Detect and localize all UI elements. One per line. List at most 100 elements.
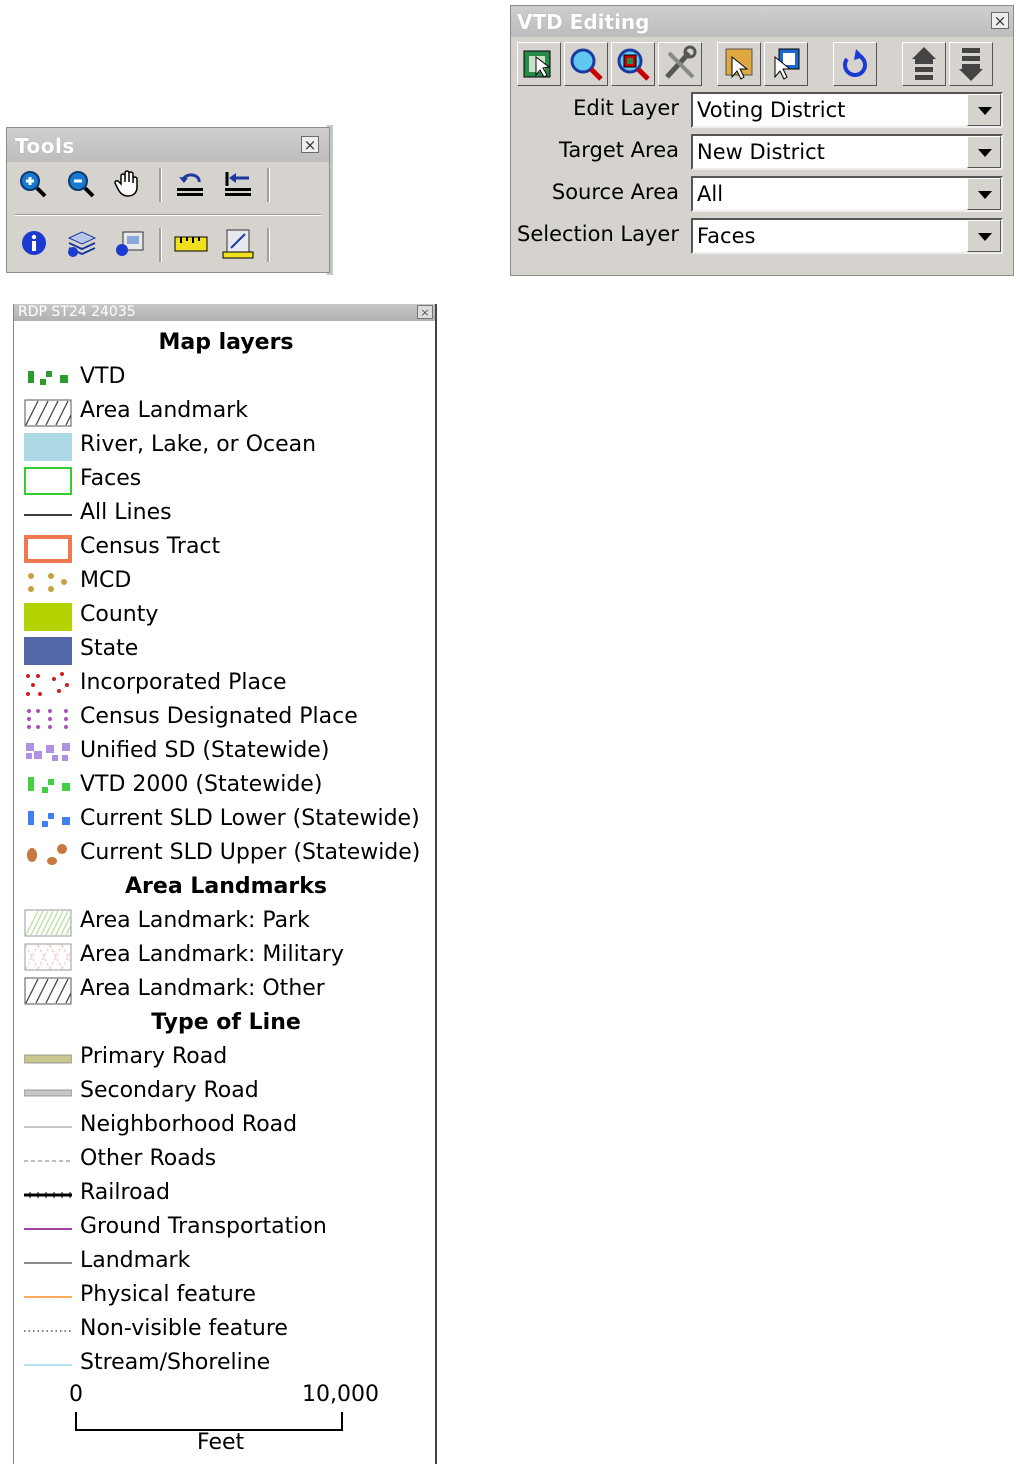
vtd-editing-panel: VTD Editing × Edit Layer Voting District…: [510, 5, 1014, 276]
legend-label: Census Tract: [80, 534, 221, 559]
line-type-heading: Type of Line: [151, 1010, 301, 1035]
dots-swatch-icon: [26, 672, 69, 696]
zoom-feature-button[interactable]: [564, 42, 608, 86]
scale-bar-icon[interactable]: [221, 228, 254, 259]
vtd-title: VTD Editing: [517, 10, 650, 34]
legend-label: VTD 2000 (Statewide): [80, 772, 323, 797]
ruler-icon[interactable]: [173, 228, 208, 258]
legend-label: Neighborhood Road: [80, 1112, 298, 1137]
legend-label: Secondary Road: [80, 1078, 259, 1103]
stream-swatch-icon: [24, 1364, 72, 1366]
physical-feature-swatch-icon: [24, 1296, 72, 1298]
sd-swatch-icon: [26, 743, 70, 761]
railroad-swatch-icon: [24, 1192, 72, 1198]
selection-layer-value: Faces: [697, 224, 756, 248]
move-up-button[interactable]: [902, 42, 946, 86]
full-extent-icon[interactable]: [221, 168, 251, 198]
move-down-button[interactable]: [949, 42, 993, 86]
undo-button[interactable]: [833, 42, 877, 86]
county-swatch-icon: [24, 603, 72, 631]
source-area-dropdown[interactable]: All: [691, 176, 1003, 212]
legend-label: River, Lake, or Ocean: [80, 432, 317, 457]
tools-settings-button[interactable]: [658, 42, 702, 86]
zoom-out-icon[interactable]: [65, 168, 95, 198]
legend-label: Incorporated Place: [80, 670, 287, 695]
assign-selection-button[interactable]: [764, 42, 808, 86]
legend-label: Non-visible feature: [80, 1316, 288, 1341]
legend-label: State: [80, 636, 139, 661]
legend-label: Area Landmark: [80, 398, 248, 423]
legend-label: Faces: [80, 466, 142, 491]
target-area-label: Target Area: [559, 138, 679, 162]
legend-title: RDP ST24 24035: [18, 304, 136, 320]
legend-label: Railroad: [80, 1180, 170, 1205]
non-visible-swatch-icon: [24, 1330, 72, 1332]
selection-layer-dropdown[interactable]: Faces: [691, 218, 1003, 254]
map-layers-heading: Map layers: [158, 330, 294, 355]
legend-label: Area Landmark: Other: [80, 976, 325, 1001]
toolbar-separator: [159, 228, 162, 262]
toolbar-separator: [159, 168, 162, 202]
legend-label: Area Landmark: Military: [80, 942, 344, 967]
faces-swatch-icon: [24, 467, 72, 495]
edit-layer-value: Voting District: [697, 98, 846, 122]
legend-label: Current SLD Lower (Statewide): [80, 806, 420, 831]
neighborhood-road-swatch-icon: [24, 1126, 72, 1128]
source-area-value: All: [697, 182, 724, 206]
ground-transport-swatch-icon: [24, 1228, 72, 1230]
layers-icon[interactable]: [65, 228, 97, 258]
mcd-swatch-icon: [28, 573, 67, 592]
chevron-down-icon[interactable]: [967, 178, 1001, 210]
vtd-close-button[interactable]: ×: [991, 12, 1009, 29]
state-swatch-icon: [24, 637, 72, 665]
scale-max-label: 10,000: [302, 1382, 379, 1407]
legend-label: All Lines: [80, 500, 172, 525]
toolbar-separator: [267, 168, 270, 202]
select-feature-button[interactable]: [517, 42, 561, 86]
legend-label: VTD: [80, 364, 126, 389]
legend-titlebar[interactable]: RDP ST24 24035 ×: [14, 304, 435, 321]
legend-close-button[interactable]: ×: [417, 305, 433, 319]
vtd-titlebar[interactable]: VTD Editing ×: [511, 6, 1013, 37]
chevron-down-icon[interactable]: [967, 220, 1001, 252]
info-icon[interactable]: [19, 228, 49, 258]
scale-min-label: 0: [69, 1382, 83, 1407]
chevron-down-icon[interactable]: [967, 94, 1001, 126]
legend-panel: RDP ST24 24035 × Map layers VTD Area Lan…: [13, 304, 437, 1464]
zoom-selection-button[interactable]: [611, 42, 655, 86]
tools-titlebar[interactable]: Tools ×: [7, 128, 329, 162]
vtd2000-swatch-icon: [28, 777, 70, 793]
secondary-road-swatch-icon: [24, 1089, 72, 1097]
toolbar-row-separator: [15, 214, 321, 216]
previous-extent-icon[interactable]: [173, 168, 203, 198]
primary-road-swatch-icon: [24, 1054, 72, 1064]
edit-layer-dropdown[interactable]: Voting District: [691, 92, 1003, 128]
tools-title: Tools: [15, 134, 75, 158]
scale-unit-label: Feet: [197, 1430, 245, 1455]
water-swatch-icon: [24, 433, 72, 461]
park-swatch-icon: [24, 909, 72, 937]
map-info-icon[interactable]: [113, 228, 144, 258]
source-area-label: Source Area: [551, 180, 679, 204]
other-roads-swatch-icon: [24, 1160, 72, 1162]
legend-label: Unified SD (Statewide): [80, 738, 330, 763]
target-area-dropdown[interactable]: New District: [691, 134, 1003, 170]
selection-layer-label: Selection Layer: [516, 222, 679, 246]
dots-swatch-icon: [27, 709, 68, 729]
tract-swatch-icon: [24, 535, 72, 563]
assign-area-button[interactable]: [717, 42, 761, 86]
pan-hand-icon[interactable]: [113, 168, 143, 198]
toolbar-separator: [267, 228, 270, 262]
legend-label: County: [80, 602, 159, 627]
hatch-swatch-icon: [24, 399, 72, 427]
chevron-down-icon[interactable]: [967, 136, 1001, 168]
zoom-in-icon[interactable]: [17, 168, 47, 198]
military-swatch-icon: [24, 943, 72, 971]
area-landmarks-heading: Area Landmarks: [125, 874, 327, 899]
tools-close-button[interactable]: ×: [301, 136, 319, 153]
legend-label: Other Roads: [80, 1146, 217, 1171]
scale-bar-icon: [75, 1412, 343, 1431]
legend-label: Landmark: [80, 1248, 191, 1273]
legend-label: Current SLD Upper (Statewide): [80, 840, 421, 865]
legend-label: Census Designated Place: [80, 704, 358, 729]
